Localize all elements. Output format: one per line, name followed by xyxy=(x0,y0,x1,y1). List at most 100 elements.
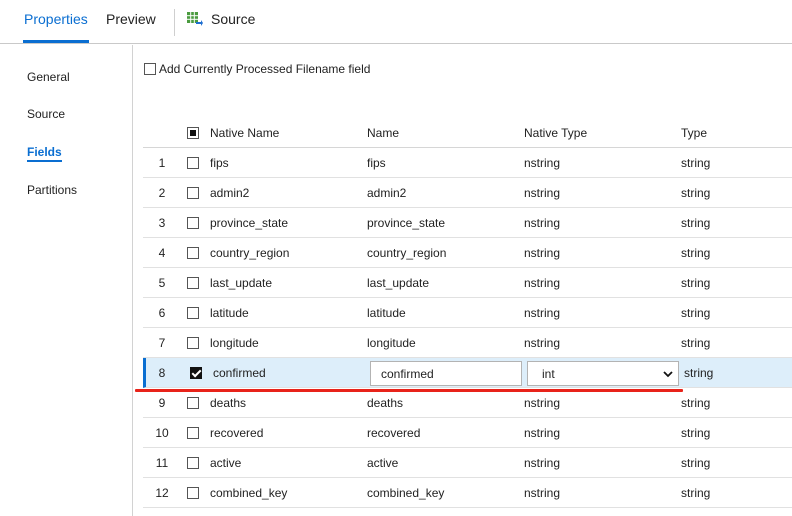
type-cell: string xyxy=(681,215,711,230)
table-row[interactable]: 7 longitude longitude nstring string xyxy=(143,328,792,358)
table-row[interactable]: 1 fips fips nstring string xyxy=(143,148,792,178)
tab-divider xyxy=(174,9,175,36)
native-name-cell: admin2 xyxy=(210,185,250,200)
native-name-cell: province_state xyxy=(210,215,289,230)
row-number: 10 xyxy=(155,425,169,440)
header-native-name[interactable]: Native Name xyxy=(210,126,279,140)
table-row[interactable]: 6 latitude latitude nstring string xyxy=(143,298,792,328)
native-name-cell: recovered xyxy=(210,425,264,440)
name-cell: active xyxy=(367,455,399,470)
name-cell: latitude xyxy=(367,305,406,320)
tab-properties[interactable]: Properties xyxy=(23,11,89,43)
chevron-down-icon xyxy=(662,368,674,383)
name-cell: province_state xyxy=(367,215,446,230)
nav-partitions[interactable]: Partitions xyxy=(27,183,77,197)
row-number: 4 xyxy=(158,245,166,260)
native-name-cell: confirmed xyxy=(213,365,266,380)
row-checkbox[interactable] xyxy=(187,396,199,410)
table-row[interactable]: 2 admin2 admin2 nstring string xyxy=(143,178,792,208)
row-checkbox[interactable] xyxy=(187,186,199,200)
native-type-cell: nstring xyxy=(524,215,561,230)
fields-table: Native Name Name Native Type Type 1 fips… xyxy=(143,118,792,508)
row-number: 6 xyxy=(158,305,166,320)
row-checkbox[interactable] xyxy=(187,486,199,500)
table-row[interactable]: 5 last_update last_update nstring string xyxy=(143,268,792,298)
nav-source[interactable]: Source xyxy=(27,107,65,121)
row-number: 8 xyxy=(158,365,166,380)
native-type-cell: nstring xyxy=(524,335,561,350)
native-type-cell: nstring xyxy=(524,275,561,290)
table-row[interactable]: 11 active active nstring string xyxy=(143,448,792,478)
tab-preview[interactable]: Preview xyxy=(106,11,156,27)
native-name-cell: active xyxy=(210,455,242,470)
name-cell: deaths xyxy=(367,395,404,410)
native-type-select-value: int xyxy=(542,367,555,381)
row-number: 1 xyxy=(158,155,166,170)
row-checkbox-checked[interactable] xyxy=(190,366,202,380)
row-checkbox[interactable] xyxy=(187,306,199,320)
type-cell: string xyxy=(681,245,711,260)
row-checkbox[interactable] xyxy=(187,156,199,170)
name-cell: longitude xyxy=(367,335,416,350)
left-nav: General Source Fields Partitions xyxy=(0,45,133,516)
type-cell: string xyxy=(681,305,711,320)
native-type-select[interactable]: int xyxy=(527,361,679,386)
native-name-cell: deaths xyxy=(210,395,247,410)
native-type-cell: nstring xyxy=(524,485,561,500)
native-type-cell: nstring xyxy=(524,155,561,170)
row-checkbox[interactable] xyxy=(187,276,199,290)
type-cell: string xyxy=(681,485,711,500)
native-type-cell: nstring xyxy=(524,305,561,320)
row-number: 3 xyxy=(158,215,166,230)
add-filename-checkbox[interactable] xyxy=(144,63,156,75)
row-number: 11 xyxy=(155,455,169,470)
table-row-selected[interactable]: 8 confirmed confirmed int string xyxy=(143,358,792,388)
type-cell: string xyxy=(681,395,711,410)
row-number: 7 xyxy=(158,335,166,350)
native-type-cell: nstring xyxy=(524,425,561,440)
add-filename-option[interactable]: Add Currently Processed Filename field xyxy=(144,62,370,76)
type-cell: string xyxy=(681,185,711,200)
table-row[interactable]: 12 combined_key combined_key nstring str… xyxy=(143,478,792,508)
native-type-cell: nstring xyxy=(524,455,561,470)
nav-general[interactable]: General xyxy=(27,70,70,84)
native-name-cell: fips xyxy=(210,155,229,170)
header-name[interactable]: Name xyxy=(367,126,399,140)
table-header: Native Name Name Native Type Type xyxy=(143,118,792,148)
row-checkbox[interactable] xyxy=(187,246,199,260)
type-cell: string xyxy=(681,155,711,170)
name-edit-input[interactable]: confirmed xyxy=(370,361,522,386)
red-highlight-underline xyxy=(135,389,683,392)
name-cell: country_region xyxy=(367,245,447,260)
native-name-cell: country_region xyxy=(210,245,290,260)
table-row[interactable]: 9 deaths deaths nstring string xyxy=(143,388,792,418)
row-checkbox[interactable] xyxy=(187,426,199,440)
native-name-cell: last_update xyxy=(210,275,273,290)
row-number: 5 xyxy=(158,275,166,290)
type-cell: string xyxy=(681,335,711,350)
add-filename-label: Add Currently Processed Filename field xyxy=(159,62,371,76)
row-checkbox[interactable] xyxy=(187,336,199,350)
tab-bar: Properties Preview Source xyxy=(0,0,792,44)
nav-fields[interactable]: Fields xyxy=(27,145,62,162)
header-type[interactable]: Type xyxy=(681,126,707,140)
tab-source[interactable]: Source xyxy=(187,11,255,27)
row-number: 2 xyxy=(158,185,166,200)
table-row[interactable]: 3 province_state province_state nstring … xyxy=(143,208,792,238)
header-native-type[interactable]: Native Type xyxy=(524,126,587,140)
row-checkbox[interactable] xyxy=(187,216,199,230)
row-checkbox[interactable] xyxy=(187,456,199,470)
name-cell: combined_key xyxy=(367,485,445,500)
native-name-cell: latitude xyxy=(210,305,249,320)
type-cell: string xyxy=(684,365,714,380)
table-row[interactable]: 4 country_region country_region nstring … xyxy=(143,238,792,268)
table-row[interactable]: 10 recovered recovered nstring string xyxy=(143,418,792,448)
row-number: 9 xyxy=(158,395,166,410)
name-cell: last_update xyxy=(367,275,430,290)
type-cell: string xyxy=(681,455,711,470)
select-all-checkbox[interactable] xyxy=(187,126,199,140)
native-name-cell: combined_key xyxy=(210,485,288,500)
table-arrow-icon xyxy=(187,12,203,26)
native-type-cell: nstring xyxy=(524,395,561,410)
tab-source-label: Source xyxy=(211,11,256,27)
